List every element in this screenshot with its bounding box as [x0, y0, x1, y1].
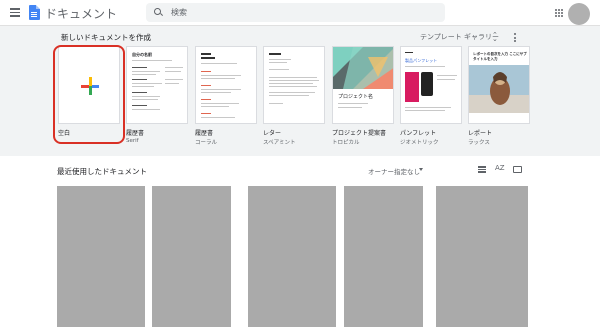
thumb-title: 自分の名前	[132, 52, 152, 57]
docs-logo-icon[interactable]	[29, 5, 40, 20]
template-resume-serif[interactable]: 自分の名前 履歴書 Serif	[126, 46, 194, 144]
template-name: 履歴書	[126, 130, 145, 137]
folder-icon[interactable]	[513, 166, 522, 173]
top-app-bar: ドキュメント 検索	[0, 0, 600, 26]
template-thumbnail[interactable]: 製品パンフレット	[400, 46, 462, 124]
template-name: レター	[263, 130, 282, 137]
recent-document-card[interactable]	[436, 186, 528, 327]
template-variant: コーラル	[195, 140, 218, 146]
avatar[interactable]	[568, 3, 590, 25]
template-name: パンフレット	[400, 130, 437, 137]
template-name: 履歴書	[195, 130, 214, 137]
apps-grid-icon[interactable]	[555, 9, 563, 17]
search-input[interactable]: 検索	[146, 3, 445, 22]
menu-icon[interactable]	[10, 8, 20, 17]
template-variant: ジオメトリック	[400, 140, 439, 146]
template-brochure[interactable]: 製品パンフレット パンフレット ジオメトリック	[400, 46, 468, 146]
search-icon[interactable]	[154, 8, 161, 15]
more-vert-icon[interactable]	[514, 33, 516, 44]
template-project-proposal[interactable]: プロジェクト名 プロジェクト提案書 トロピカル	[332, 46, 400, 146]
recent-documents-heading: 最近使用したドキュメント	[57, 167, 147, 176]
recent-document-card[interactable]	[344, 186, 423, 327]
chevron-down-icon[interactable]	[419, 168, 423, 171]
template-variant: ラックス	[468, 140, 490, 146]
app-title[interactable]: ドキュメント	[45, 5, 117, 22]
recent-document-card[interactable]	[57, 186, 145, 327]
tropical-pattern-icon	[333, 47, 393, 89]
template-variant: Serif	[126, 138, 139, 144]
template-section-heading: 新しいドキュメントを作成	[61, 33, 151, 42]
template-thumbnail[interactable]: レポートの目次を入力 ここにサブタイトルを入力	[468, 46, 530, 124]
thumb-title: 製品パンフレット	[405, 58, 438, 63]
template-name: プロジェクト提案書	[332, 130, 387, 137]
recent-document-card[interactable]	[152, 186, 231, 327]
thumb-title: プロジェクト名	[338, 94, 374, 100]
template-thumbnail[interactable]: プロジェクト名	[332, 46, 394, 124]
template-thumbnail[interactable]	[263, 46, 325, 124]
template-name: レポート	[468, 130, 493, 137]
template-variant: トロピカル	[332, 140, 360, 146]
selection-outline	[53, 45, 125, 144]
template-resume-coral[interactable]: 履歴書 コーラル	[195, 46, 263, 146]
template-thumbnail[interactable]: 自分の名前	[126, 46, 188, 124]
template-gallery-button[interactable]: テンプレート ギャラリー	[420, 32, 499, 42]
template-letter-spearmint[interactable]: レター スペアミント	[263, 46, 331, 146]
report-photo	[469, 65, 529, 113]
template-thumbnail[interactable]	[195, 46, 257, 124]
list-view-icon[interactable]	[478, 166, 486, 173]
search-placeholder: 検索	[171, 8, 187, 17]
unfold-more-icon[interactable]: ⌃ ⌄	[492, 32, 498, 43]
template-variant: スペアミント	[263, 140, 296, 146]
thumb-title: レポートの目次を入力 ここにサブタイトルを入力	[473, 52, 527, 61]
sort-icon[interactable]: AZ	[495, 164, 505, 172]
recent-document-card[interactable]	[248, 186, 336, 327]
owner-filter-dropdown[interactable]: オーナー指定なし	[368, 166, 420, 176]
template-report[interactable]: レポートの目次を入力 ここにサブタイトルを入力 レポート ラックス	[468, 46, 536, 146]
